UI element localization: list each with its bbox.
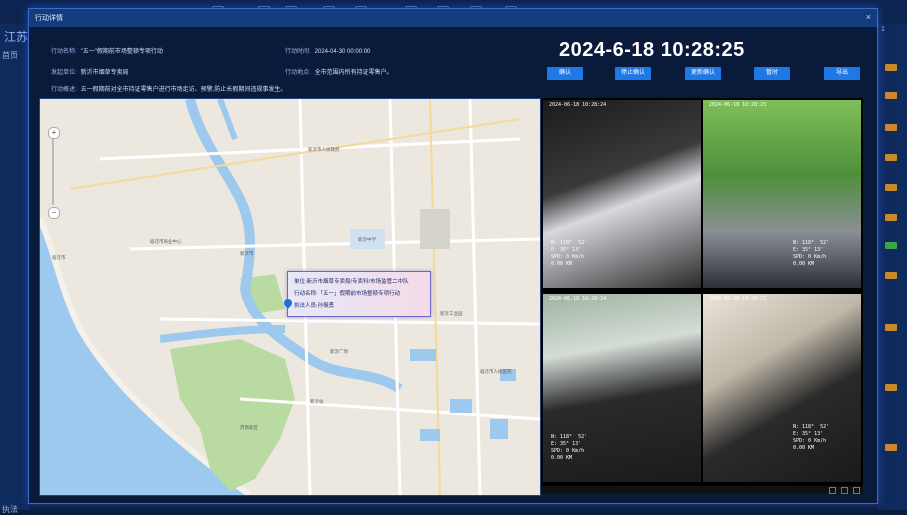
status-chip[interactable] (885, 64, 897, 71)
map-poi: 宿迁市 (52, 255, 66, 260)
right-label: 1 (881, 26, 885, 33)
video-grid: 2024-06-18 10:28:24 N: 118° 52' E: 35° 1… (541, 98, 863, 494)
update-confirm-button[interactable]: 更新确认 (685, 67, 721, 80)
home-tab[interactable]: 首页 (2, 50, 18, 61)
confirm-button[interactable]: 确认 (547, 67, 583, 80)
zoom-slider[interactable] (52, 139, 54, 205)
video-timestamp: 2024-06-18 10:28:24 (549, 296, 607, 302)
status-chip[interactable] (885, 384, 897, 391)
status-chip[interactable] (885, 184, 897, 191)
stop-confirm-button[interactable]: 停止确认 (615, 67, 651, 80)
action-name: 行动名称: "五一"假期前市场整顿专项行动 (51, 49, 163, 55)
close-icon[interactable] (853, 487, 860, 494)
status-chip[interactable] (885, 272, 897, 279)
video-timestamp: 2024-06-18 10:28:23 (709, 296, 767, 302)
status-chip[interactable] (885, 324, 897, 331)
map-poi: 新沂站 (310, 399, 324, 404)
video-timestamp: 2024-06-18 10:28:24 (549, 102, 607, 108)
map-poi: 新沂中学 (358, 237, 376, 242)
video-status: N: 118° 52' E: 35° 13' SPD: 0 Km/h 0.00 … (551, 240, 588, 267)
clock: 2024-6-18 10:28:25 (559, 39, 745, 61)
action-location: 行动地点: 全市范围内所有持证零售户。 (285, 70, 393, 76)
video-feed-1[interactable]: 2024-06-18 10:28:24 N: 118° 52' E: 35° 1… (543, 100, 701, 288)
map-poi: 新沂广场 (330, 349, 348, 354)
app-right-panel: 1 (877, 24, 907, 510)
app-title: 江苏 (4, 30, 29, 44)
popup-action: 行动名称:「五一」假期前市场整顿专项行动 (294, 291, 401, 297)
map-poi: 新沂市 (240, 251, 254, 256)
app-left-panel: 江苏 首页 执法 (0, 24, 30, 514)
map-poi: 新沂工业园 (440, 311, 463, 316)
action-time: 行动时间: 2024-04-30 00:00:00 (285, 49, 371, 55)
video-feed-4[interactable]: 2024-06-18 10:28:23 N: 118° 52' E: 35° 1… (703, 294, 861, 482)
status-chip[interactable] (885, 444, 897, 451)
zoom-out-icon[interactable]: − (48, 207, 60, 219)
map-poi: 新沂市人民政府 (308, 147, 340, 152)
video-status: N: 118° 52' E: 35° 13' SPD: 0 Km/h 0.00 … (793, 240, 830, 267)
popup-unit: 单位:新沂市烟草专卖局/专卖科/市场监管二中队 (294, 279, 409, 285)
close-icon[interactable]: × (866, 12, 871, 22)
video-timestamp: 2024-06-18 10:28:23 (709, 102, 767, 108)
video-status: N: 118° 52' E: 35° 13' SPD: 0 Km/h 0.00 … (793, 424, 830, 451)
map-view[interactable]: + − 新沂市人民政府 宿迁市 新沂中学 新沂市 宿迁市商业中心 新沂广场 新沂… (39, 98, 541, 496)
issuer: 发起单位: 新沂市烟草专卖局 (51, 70, 129, 76)
status-chip[interactable] (885, 124, 897, 131)
zoom-control[interactable]: + − (48, 127, 60, 219)
zoom-in-icon[interactable]: + (48, 127, 60, 139)
status-chip[interactable] (885, 154, 897, 161)
video-feed-2[interactable]: 2024-06-18 10:28:23 N: 118° 52' E: 35° 1… (703, 100, 861, 288)
action-detail-modal: 行动详情 × 行动名称: "五一"假期前市场整顿专项行动 行动时间: 2024-04… (28, 8, 878, 504)
modal-title-bar: 行动详情 × (29, 9, 877, 27)
screenshot-icon[interactable] (829, 487, 836, 494)
action-summary: 行动概述: 五一假期前对全市持证零售户进行市场走访、预警,防止长假期间违规事发生。 (51, 87, 287, 93)
map-poi: 苏南新区 (240, 425, 258, 430)
status-chip[interactable] (885, 214, 897, 221)
popup-officer: 执法人员:孙振勇 (294, 303, 335, 309)
map-info-popup[interactable]: 单位:新沂市烟草专卖局/专卖科/市场监管二中队 行动名称:「五一」假期前市场整顿… (287, 271, 431, 317)
modal-title: 行动详情 (35, 15, 63, 22)
map-poi: 宿迁市商业中心 (150, 239, 182, 244)
status-chip[interactable] (885, 92, 897, 99)
video-control-bar (541, 486, 863, 494)
video-feed-3[interactable]: 2024-06-18 10:28:24 N: 118° 52' E: 35° 1… (543, 294, 701, 482)
fullscreen-icon[interactable] (841, 487, 848, 494)
video-status: N: 118° 52' E: 35° 13' SPD: 0 Km/h 0.00 … (551, 434, 588, 461)
map-poi: 宿迁市人民医院 (480, 369, 512, 374)
pause-button[interactable]: 暂时 (754, 67, 790, 80)
export-button[interactable]: 导出 (824, 67, 860, 80)
status-chip[interactable] (885, 242, 897, 249)
